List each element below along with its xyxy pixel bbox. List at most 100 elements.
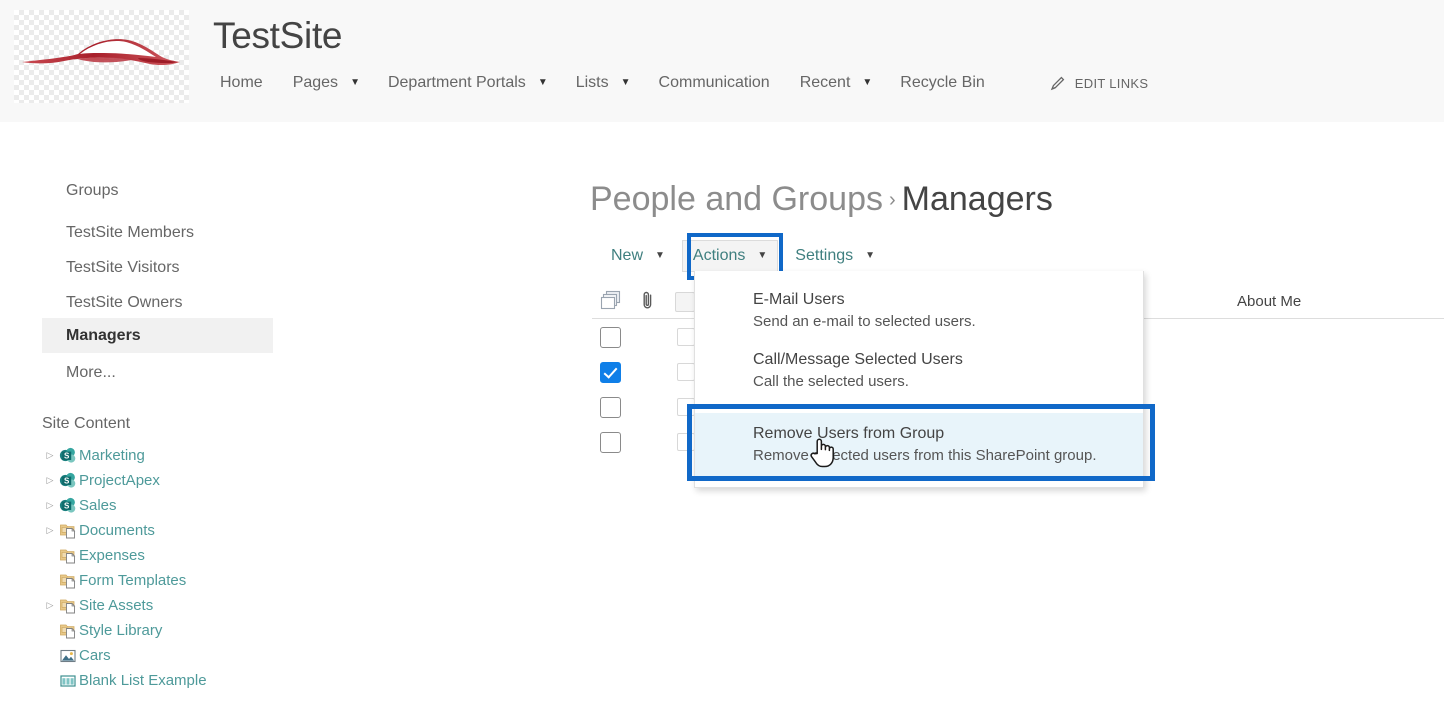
document-library-icon: [58, 622, 78, 640]
tree-item-label: Expenses: [79, 547, 145, 564]
site-title[interactable]: TestSite: [213, 15, 343, 57]
tree-item-marketing[interactable]: ▷ S Marketing: [42, 443, 332, 468]
nav-item-pages[interactable]: Pages ▼: [281, 72, 370, 94]
menu-item-title: Call/Message Selected Users: [753, 351, 963, 368]
page-title: People and Groups › Managers: [590, 180, 1053, 219]
list-toolbar: New ▼ Actions ▼ Settings ▼: [600, 239, 886, 273]
menu-item-call-message-selected-users[interactable]: Call/Message Selected Users Call the sel…: [695, 343, 1143, 403]
settings-button[interactable]: Settings ▼: [784, 240, 886, 272]
sidebar-item-label: TestSite Owners: [66, 293, 183, 311]
document-library-icon: [58, 547, 78, 565]
nav-item-communication[interactable]: Communication: [647, 72, 782, 94]
sidebar-item-testsite-owners[interactable]: TestSite Owners: [42, 285, 273, 320]
sharepoint-site-icon: S: [58, 447, 78, 465]
tree-item-expenses[interactable]: ▷ Expenses: [42, 543, 332, 568]
chevron-down-icon[interactable]: ▼: [862, 78, 882, 88]
settings-button-label: Settings: [795, 247, 854, 264]
tree-item-form-templates[interactable]: ▷ Form Templates: [42, 568, 332, 593]
nav-item-department-portals[interactable]: Department Portals ▼: [376, 72, 558, 94]
sidebar-item-label: TestSite Members: [66, 223, 195, 241]
paperclip-icon[interactable]: [640, 290, 656, 317]
sidebar-item-testsite-members[interactable]: TestSite Members: [42, 215, 273, 250]
chevron-down-icon: ▼: [757, 250, 768, 261]
expand-arrow-icon[interactable]: ▷: [42, 451, 58, 460]
tree-item-blank-list-example[interactable]: ▷ Blank List Example: [42, 668, 332, 693]
tree-item-documents[interactable]: ▷ Documents: [42, 518, 332, 543]
picture-library-icon: [58, 647, 78, 665]
menu-item-email-users[interactable]: E-Mail Users Send an e-mail to selected …: [695, 283, 1143, 343]
tree-item-sales[interactable]: ▷ S Sales: [42, 493, 332, 518]
tree-item-label: Cars: [79, 647, 111, 664]
breadcrumb-separator-icon: ›: [888, 189, 896, 211]
sidebar-item-more[interactable]: More...: [42, 355, 273, 390]
nav-item-recent[interactable]: Recent ▼: [788, 72, 883, 94]
tree-item-label: Sales: [79, 497, 117, 514]
tree-item-label: Style Library: [79, 622, 163, 639]
site-logo[interactable]: [14, 10, 189, 103]
row-select-checkbox[interactable]: [600, 362, 621, 383]
sidebar-item-testsite-visitors[interactable]: TestSite Visitors: [42, 250, 273, 285]
tree-item-label: ProjectApex: [79, 472, 160, 489]
tree-item-style-library[interactable]: ▷ Style Library: [42, 618, 332, 643]
tree-item-label: Marketing: [79, 447, 145, 464]
chevron-down-icon: ▼: [655, 250, 665, 261]
expand-arrow-icon[interactable]: ▷: [42, 476, 58, 485]
breadcrumb-root[interactable]: People and Groups: [590, 180, 883, 218]
header-checkbox-secondary[interactable]: [675, 292, 695, 312]
row-select-checkbox[interactable]: [600, 432, 621, 453]
tree-item-label: Blank List Example: [79, 672, 207, 689]
expand-arrow-icon[interactable]: ▷: [42, 526, 58, 535]
breadcrumb-current: Managers: [901, 180, 1053, 218]
new-button[interactable]: New ▼: [600, 240, 676, 272]
row-secondary-checkbox[interactable]: [677, 328, 695, 346]
tree-item-site-assets[interactable]: ▷ Site Assets: [42, 593, 332, 618]
row-secondary-checkbox[interactable]: [677, 398, 695, 416]
document-library-icon: [58, 572, 78, 590]
actions-button-label: Actions: [692, 247, 746, 264]
groups-heading[interactable]: Groups: [66, 182, 118, 200]
nav-item-recycle-bin[interactable]: Recycle Bin: [888, 72, 996, 94]
tree-item-label: Site Assets: [79, 597, 154, 614]
row-secondary-checkbox[interactable]: [677, 363, 695, 381]
expand-arrow-icon[interactable]: ▷: [42, 501, 58, 510]
nav-item-home-label: Home: [220, 74, 263, 91]
expand-arrow-placeholder: ▷: [42, 626, 58, 635]
edit-links-label: EDIT LINKS: [1074, 75, 1149, 91]
sharepoint-site-icon: S: [58, 472, 78, 490]
select-all-icon[interactable]: [600, 289, 625, 318]
sidebar-item-managers[interactable]: Managers: [42, 318, 273, 353]
chevron-down-icon: ▼: [865, 250, 876, 261]
nav-item-communication-label: Communication: [658, 74, 770, 91]
row-secondary-checkbox[interactable]: [677, 433, 695, 451]
site-content-heading[interactable]: Site Content: [42, 415, 130, 433]
nav-item-department-portals-label: Department Portals: [387, 74, 526, 91]
row-select-checkbox[interactable]: [600, 397, 621, 418]
chevron-down-icon[interactable]: ▼: [350, 78, 370, 88]
site-header: TestSite Home Pages ▼ Department Portals…: [0, 0, 1444, 122]
row-select-checkbox[interactable]: [600, 327, 621, 348]
sidebar-item-label: More...: [66, 363, 116, 381]
svg-text:S: S: [64, 501, 70, 510]
site-content-tree: ▷ S Marketing ▷ S ProjectApex ▷ S Sales …: [42, 443, 332, 693]
chevron-down-icon[interactable]: ▼: [538, 78, 558, 88]
expand-arrow-placeholder: ▷: [42, 651, 58, 660]
edit-links-button[interactable]: EDIT LINKS: [1049, 75, 1149, 92]
menu-item-title: Remove Users from Group: [753, 425, 945, 442]
nav-item-recent-label: Recent: [799, 74, 851, 91]
nav-item-pages-label: Pages: [292, 74, 339, 91]
tree-item-projectapex[interactable]: ▷ S ProjectApex: [42, 468, 332, 493]
expand-arrow-icon[interactable]: ▷: [42, 601, 58, 610]
tree-item-cars[interactable]: ▷ Cars: [42, 643, 332, 668]
actions-dropdown-menu: E-Mail Users Send an e-mail to selected …: [694, 271, 1144, 488]
menu-item-remove-users-from-group[interactable]: Remove Users from Group Remove selected …: [695, 413, 1143, 479]
document-library-icon: [58, 597, 78, 615]
menu-item-description: Send an e-mail to selected users.: [753, 313, 976, 330]
nav-item-lists[interactable]: Lists ▼: [564, 72, 641, 94]
pencil-icon: [1049, 75, 1066, 92]
nav-item-home[interactable]: Home: [208, 72, 275, 94]
sidebar-item-label: Managers: [66, 326, 141, 344]
top-navigation: Home Pages ▼ Department Portals ▼ Lists …: [208, 68, 1148, 98]
chevron-down-icon[interactable]: ▼: [621, 78, 641, 88]
actions-button[interactable]: Actions ▼: [681, 240, 779, 272]
column-header-about-me[interactable]: About Me: [1237, 293, 1301, 310]
